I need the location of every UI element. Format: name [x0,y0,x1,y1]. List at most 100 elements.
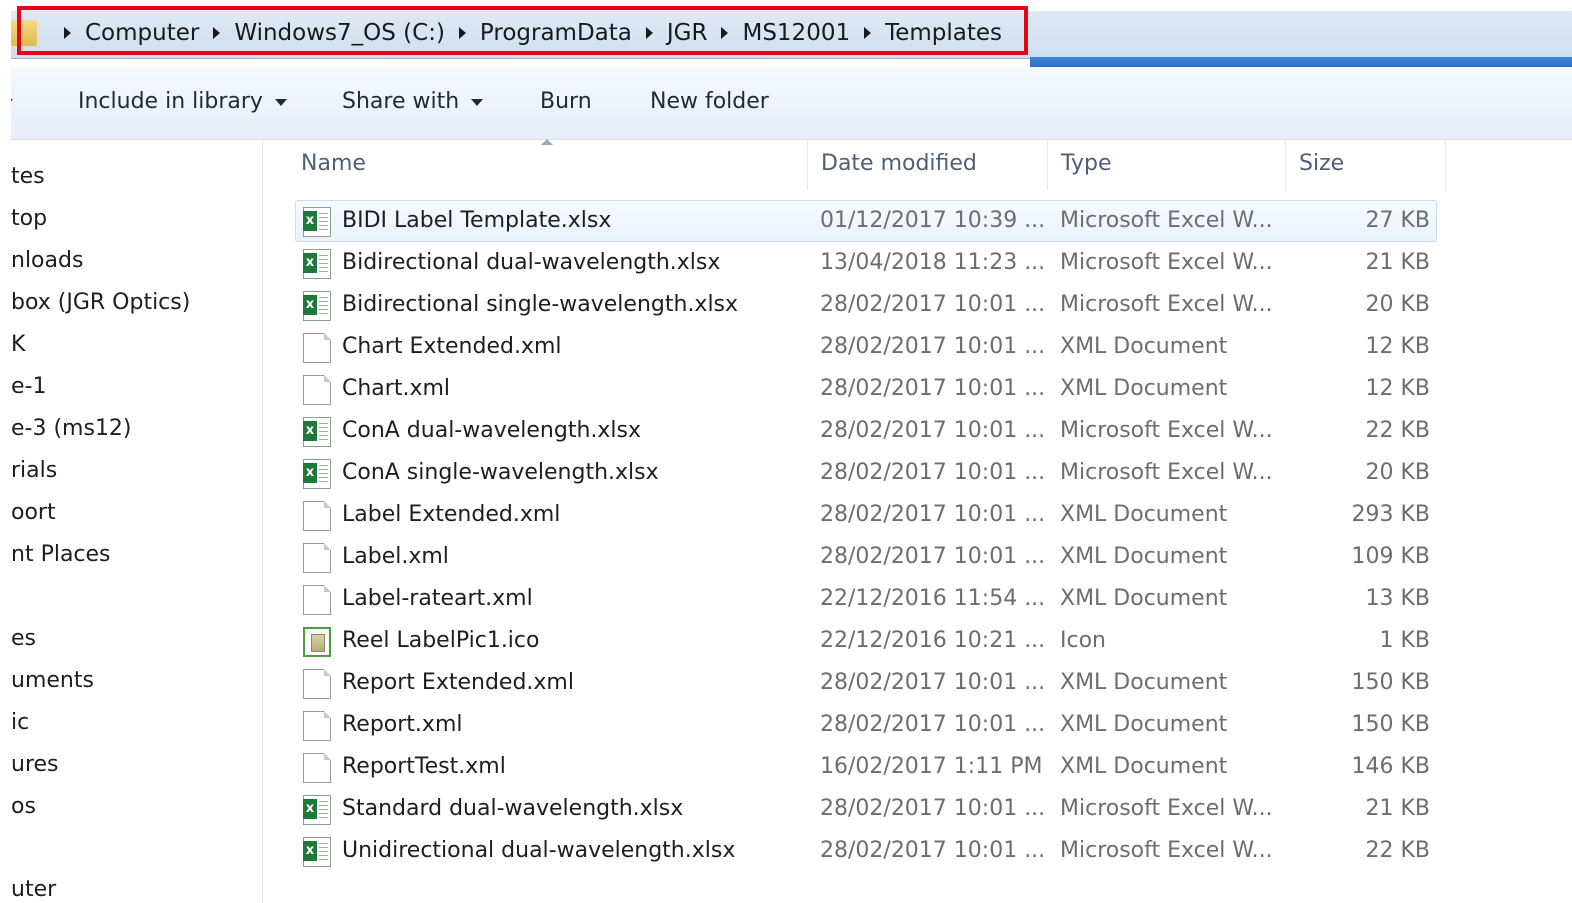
breadcrumb-drive[interactable]: Windows7_OS (C:) [234,20,445,46]
file-date: 28/02/2017 10:01 ... [820,670,1046,695]
nav-item[interactable]: oort [11,500,56,525]
xml-file-icon [303,711,331,741]
xml-file-icon [303,669,331,699]
file-type: Microsoft Excel W... [1060,250,1273,275]
nav-item[interactable]: uments [11,668,94,693]
column-divider[interactable] [1445,140,1446,190]
nav-item[interactable]: e-1 [11,374,46,399]
nav-item[interactable]: box (JGR Optics) [11,290,190,315]
file-name: Reel LabelPic1.ico [342,628,540,653]
chevron-right-icon[interactable] [645,27,653,39]
column-header-date[interactable]: Date modified [821,151,977,176]
nav-item[interactable]: top [11,206,47,231]
file-row[interactable]: x Standard dual-wavelength.xlsx 28/02/20… [295,788,1437,830]
nav-item[interactable]: es [11,626,36,651]
nav-item[interactable]: ic [11,710,29,735]
nav-item[interactable]: nloads [11,248,83,273]
nav-item[interactable]: K [11,332,25,357]
breadcrumb-computer[interactable]: Computer [85,20,199,46]
column-header-type[interactable]: Type [1061,151,1112,176]
column-divider[interactable] [1285,140,1286,190]
file-type: XML Document [1060,334,1228,359]
window-frame-accent [1030,57,1572,67]
file-row[interactable]: Report.xml 28/02/2017 10:01 ... XML Docu… [295,704,1437,746]
file-size: 150 KB [1351,712,1430,737]
chevron-right-icon[interactable] [213,27,221,39]
file-type: Microsoft Excel W... [1060,838,1273,863]
chevron-right-icon[interactable] [721,27,729,39]
file-row[interactable]: x BIDI Label Template.xlsx 01/12/2017 10… [295,200,1437,242]
file-date: 28/02/2017 10:01 ... [820,712,1046,737]
nav-item[interactable]: uter [11,877,56,902]
file-type: Icon [1060,628,1106,653]
file-row[interactable]: x Bidirectional dual-wavelength.xlsx 13/… [295,242,1437,284]
file-row[interactable]: Chart Extended.xml 28/02/2017 10:01 ... … [295,326,1437,368]
file-size: 150 KB [1351,670,1430,695]
file-row[interactable]: ReportTest.xml 16/02/2017 1:11 PM XML Do… [295,746,1437,788]
burn-button[interactable]: Burn [540,89,592,114]
file-type: Microsoft Excel W... [1060,460,1273,485]
xml-file-icon [303,585,331,615]
breadcrumb: Computer Windows7_OS (C:) ProgramData JG… [50,11,1002,55]
xml-file-icon [303,375,331,405]
share-with-button[interactable]: Share with [342,89,484,114]
breadcrumb-ms12001[interactable]: MS12001 [742,20,850,46]
chevron-right-icon[interactable] [64,27,71,39]
file-name: Bidirectional dual-wavelength.xlsx [342,250,721,275]
file-row[interactable]: x ConA single-wavelength.xlsx 28/02/2017… [295,452,1437,494]
file-row[interactable]: x ConA dual-wavelength.xlsx 28/02/2017 1… [295,410,1437,452]
column-divider[interactable] [807,140,808,190]
file-date: 22/12/2016 11:54 ... [820,586,1046,611]
file-type: Microsoft Excel W... [1060,418,1273,443]
navigation-pane[interactable]: tes top nloads box (JGR Optics) K e-1 e-… [11,140,263,903]
breadcrumb-programdata[interactable]: ProgramData [480,20,632,46]
new-folder-button[interactable]: New folder [650,89,769,114]
nav-item[interactable]: ures [11,752,59,777]
file-row[interactable]: Label.xml 28/02/2017 10:01 ... XML Docum… [295,536,1437,578]
include-in-library-button[interactable]: Include in library [78,89,287,114]
file-row[interactable]: Label-rateart.xml 22/12/2016 11:54 ... X… [295,578,1437,620]
file-date: 28/02/2017 10:01 ... [820,502,1046,527]
xml-file-icon [303,753,331,783]
breadcrumb-jgr[interactable]: JGR [667,20,708,46]
file-type: XML Document [1060,670,1228,695]
file-date: 28/02/2017 10:01 ... [820,418,1046,443]
file-row[interactable]: Reel LabelPic1.ico 22/12/2016 10:21 ... … [295,620,1437,662]
column-header-size[interactable]: Size [1299,151,1344,176]
file-date: 16/02/2017 1:11 PM [820,754,1043,779]
window-top-edge [0,0,1572,11]
nav-item[interactable]: rials [11,458,57,483]
file-date: 28/02/2017 10:01 ... [820,838,1046,863]
file-row[interactable]: Label Extended.xml 28/02/2017 10:01 ... … [295,494,1437,536]
file-size: 22 KB [1365,418,1430,443]
file-size: 27 KB [1365,208,1430,233]
file-size: 12 KB [1365,334,1430,359]
file-size: 20 KB [1365,460,1430,485]
excel-file-icon: x [303,291,331,321]
file-date: 13/04/2018 11:23 ... [820,250,1046,275]
breadcrumb-templates[interactable]: Templates [885,20,1002,46]
file-row[interactable]: Report Extended.xml 28/02/2017 10:01 ...… [295,662,1437,704]
file-name: Standard dual-wavelength.xlsx [342,796,684,821]
excel-file-icon: x [303,249,331,279]
include-in-library-label: Include in library [78,89,263,114]
nav-item[interactable]: e-3 (ms12) [11,416,132,441]
column-divider[interactable] [1047,140,1048,190]
nav-item[interactable]: tes [11,164,45,189]
nav-item[interactable]: nt Places [11,542,111,567]
nav-item[interactable]: os [11,794,36,819]
file-date: 01/12/2017 10:39 ... [820,208,1046,233]
file-name: Report Extended.xml [342,670,574,695]
excel-file-icon: x [303,417,331,447]
column-header-name[interactable]: Name [301,151,366,176]
chevron-right-icon[interactable] [458,27,466,39]
file-size: 21 KB [1365,250,1430,275]
window-left-edge [0,0,11,903]
file-date: 28/02/2017 10:01 ... [820,544,1046,569]
file-row[interactable]: Chart.xml 28/02/2017 10:01 ... XML Docum… [295,368,1437,410]
file-row[interactable]: x Unidirectional dual-wavelength.xlsx 28… [295,830,1437,872]
folder-icon [11,20,37,46]
file-type: Microsoft Excel W... [1060,208,1273,233]
chevron-right-icon[interactable] [864,27,872,39]
file-row[interactable]: x Bidirectional single-wavelength.xlsx 2… [295,284,1437,326]
